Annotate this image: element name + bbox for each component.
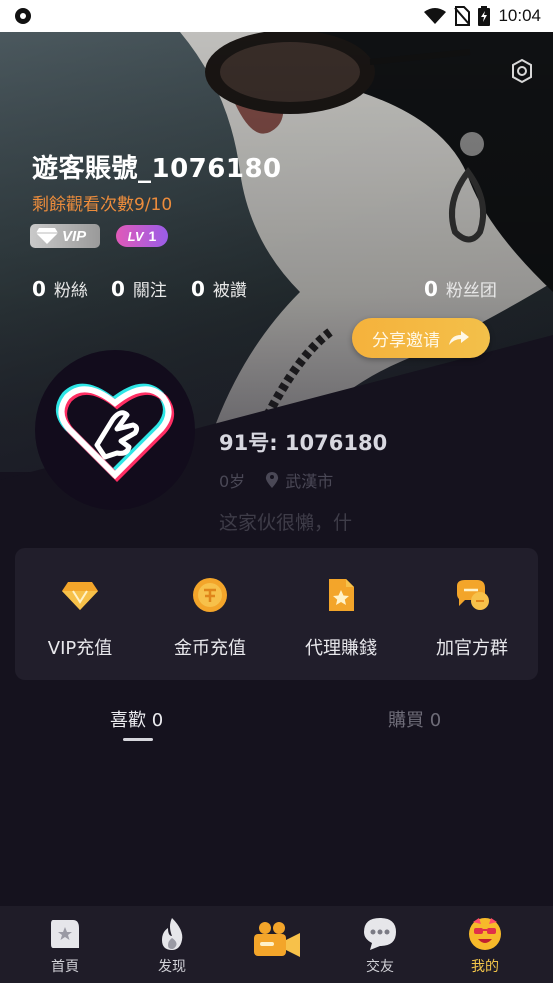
tab-likes[interactable]: 喜歡 0: [110, 706, 163, 732]
status-bar: 10:04: [0, 0, 553, 32]
nav-me[interactable]: 我的: [430, 906, 540, 983]
user-age: 0岁: [219, 472, 246, 491]
home-icon: [51, 920, 79, 948]
stat-fan-club[interactable]: 0 粉丝团: [424, 276, 497, 301]
stat-likes[interactable]: 0 被讚: [191, 276, 247, 301]
settings-icon[interactable]: [509, 58, 535, 84]
heart-logo-icon: [56, 383, 174, 482]
stat-following[interactable]: 0 關注: [111, 276, 167, 301]
bottom-nav: 首頁 发现 交友 我的: [0, 906, 553, 983]
level-badge: LV 1: [116, 225, 168, 247]
chat-group-icon: [457, 580, 489, 610]
coin-recharge-button[interactable]: 金币充值: [145, 548, 275, 680]
share-invite-label: 分享邀请: [372, 330, 440, 351]
share-invite-button[interactable]: 分享邀请: [352, 318, 490, 358]
agent-earn-button[interactable]: 代理賺錢: [276, 548, 406, 680]
diamond-icon: [62, 582, 98, 610]
nav-camera[interactable]: [222, 906, 332, 983]
no-sim-icon: [454, 6, 471, 26]
smiley-icon: [469, 918, 501, 950]
tab-purchases[interactable]: 購買 0: [388, 706, 441, 732]
tab-active-indicator: [123, 738, 153, 741]
nav-discover[interactable]: 发现: [117, 906, 227, 983]
coin-icon: [193, 578, 227, 612]
record-indicator-icon: [15, 8, 31, 24]
status-time: 10:04: [498, 6, 541, 25]
share-arrow-icon: [449, 331, 469, 345]
flame-icon: [162, 918, 183, 950]
user-id: 91号: 1076180: [219, 431, 388, 455]
join-group-button[interactable]: 加官方群: [407, 548, 537, 680]
wifi-icon: [424, 8, 447, 24]
nav-friends[interactable]: 交友: [325, 906, 435, 983]
chat-bubble-icon: [364, 918, 396, 950]
stat-fans[interactable]: 0 粉絲: [32, 276, 88, 301]
location-pin-icon: [266, 472, 279, 488]
camera-icon: [254, 922, 300, 957]
battery-icon: [478, 6, 491, 26]
user-meta: 0岁 武漢市: [219, 468, 333, 492]
avatar[interactable]: [35, 350, 195, 510]
diamond-icon: [36, 228, 58, 244]
nav-home[interactable]: 首頁: [10, 906, 120, 983]
content-tabs: 喜歡 0 購買 0: [0, 700, 553, 750]
vip-recharge-button[interactable]: VIP充值: [15, 548, 145, 680]
user-bio: 这家伙很懶，什: [219, 512, 353, 534]
agent-star-icon: [329, 579, 354, 611]
vip-badge: VIP: [30, 224, 100, 248]
remaining-views: 剩餘觀看次數9/10: [32, 195, 173, 215]
quick-actions-panel: VIP充值 金币充值 代理賺錢 加官方群: [15, 548, 538, 680]
user-city: 武漢市: [285, 472, 334, 491]
username: 遊客賬號_1076180: [32, 154, 282, 184]
